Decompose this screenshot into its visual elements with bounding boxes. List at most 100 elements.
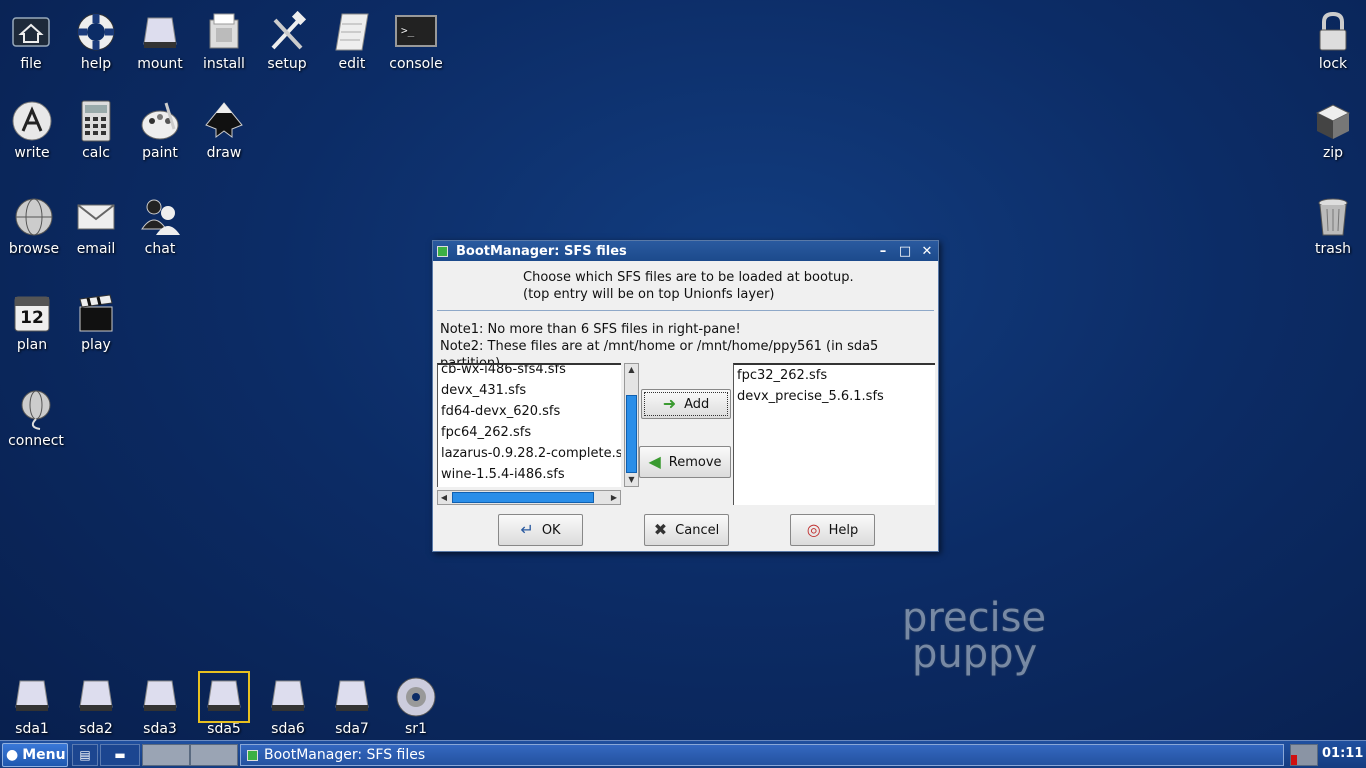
workspace-pager-1[interactable]: [142, 744, 190, 766]
desktop-icon-calc[interactable]: calc: [63, 99, 129, 161]
scroll-thumb[interactable]: [452, 492, 594, 503]
desktop-icon-trash[interactable]: trash: [1300, 195, 1366, 257]
scroll-left-icon[interactable]: ◀: [438, 491, 450, 504]
add-label: Add: [684, 396, 710, 412]
desktop-icon-label: chat: [144, 241, 176, 257]
close-icon[interactable]: ✕: [916, 244, 938, 259]
globe-icon: [12, 195, 56, 239]
drive-icon: [266, 675, 310, 719]
desktop-icon-play[interactable]: play: [63, 291, 129, 353]
drive-sda3[interactable]: sda3: [127, 675, 193, 737]
drive-label: sda2: [79, 721, 113, 737]
drive-label: sda7: [335, 721, 369, 737]
desktop-icon-paint[interactable]: paint: [127, 99, 193, 161]
available-sfs-list[interactable]: cb-wx-i486-sfs4.sfs devx_431.sfs fd64-de…: [437, 363, 621, 487]
selected-sfs-list[interactable]: fpc32_262.sfs devx_precise_5.6.1.sfs: [733, 363, 935, 505]
workspace-pager-2[interactable]: [190, 744, 238, 766]
desktop-icon-connect[interactable]: connect: [3, 387, 69, 449]
list-item[interactable]: devx_precise_5.6.1.sfs: [734, 386, 935, 407]
app-icon: [247, 749, 258, 761]
taskbar-task-bootmanager[interactable]: BootManager: SFS files: [240, 744, 1284, 766]
package-icon: [202, 10, 246, 54]
desktop-icon-label: edit: [338, 56, 366, 72]
drive-sr1[interactable]: sr1: [383, 675, 449, 737]
list-item[interactable]: cb-wx-i486-sfs4.sfs: [438, 365, 621, 380]
drive-sda6[interactable]: sda6: [255, 675, 321, 737]
desktop-icon-plan[interactable]: 12 plan: [0, 291, 65, 353]
desktop-icon-draw[interactable]: draw: [191, 99, 257, 161]
desktop-icon-label: mount: [137, 56, 183, 72]
list-item[interactable]: devx_431.sfs: [438, 380, 621, 401]
drive-sda2[interactable]: sda2: [63, 675, 129, 737]
list-item[interactable]: fd64-devx_620.sfs: [438, 401, 621, 422]
desktop-icon-setup[interactable]: setup: [254, 10, 320, 72]
desktop-icon-label: file: [20, 56, 42, 72]
desktop-icon-file[interactable]: file: [0, 10, 64, 72]
system-tray[interactable]: [1290, 744, 1318, 766]
envelope-icon: [74, 195, 118, 239]
abiword-icon: [10, 99, 54, 143]
desktop-icon-browse[interactable]: browse: [1, 195, 67, 257]
puppy-logo-icon: ●: [6, 747, 19, 763]
quick-launch-icon[interactable]: ▤: [72, 744, 98, 766]
drive-icon: [138, 10, 182, 54]
desktop-icon-zip[interactable]: zip: [1300, 99, 1366, 161]
desktop-icon-chat[interactable]: chat: [127, 195, 193, 257]
desktop-icon-label: connect: [8, 433, 64, 449]
cancel-x-icon: ✖: [653, 520, 668, 539]
horizontal-scrollbar[interactable]: ◀ ▶: [437, 490, 621, 505]
chat-people-icon: [138, 195, 182, 239]
ok-button[interactable]: ↵ OK: [498, 514, 583, 546]
notepad-icon: [330, 10, 374, 54]
drive-icon: [198, 671, 250, 723]
clapperboard-icon: [74, 291, 118, 335]
minimize-icon[interactable]: –: [872, 244, 894, 259]
desktop-icon-mount[interactable]: mount: [127, 10, 193, 72]
desktop-icon-label: email: [76, 241, 116, 257]
cancel-button[interactable]: ✖ Cancel: [644, 514, 729, 546]
show-desktop-icon[interactable]: ▬: [100, 744, 140, 766]
desktop-icon-label: console: [389, 56, 443, 72]
list-item[interactable]: wine-1.5.4-i486.sfs: [438, 464, 621, 485]
list-item[interactable]: fpc64_262.sfs: [438, 422, 621, 443]
drive-sda5[interactable]: sda5: [191, 671, 257, 737]
intro-line: (top entry will be on top Unionfs layer): [523, 287, 775, 302]
drive-label: sr1: [405, 721, 427, 737]
remove-button[interactable]: ◀ Remove: [639, 446, 731, 478]
dialog-titlebar[interactable]: BootManager: SFS files – □ ✕: [433, 241, 938, 261]
vertical-scrollbar[interactable]: ▲ ▼: [624, 363, 639, 487]
desktop-icon-label: write: [14, 145, 50, 161]
scroll-up-icon[interactable]: ▲: [625, 364, 638, 376]
lifebuoy-icon: ◎: [806, 520, 821, 539]
clock[interactable]: 01:11: [1322, 746, 1363, 761]
desktop-icon-email[interactable]: email: [63, 195, 129, 257]
scroll-thumb[interactable]: [626, 395, 637, 473]
list-item[interactable]: fpc32_262.sfs: [734, 365, 935, 386]
desktop-icon-console[interactable]: >_ console: [383, 10, 449, 72]
drive-label: sda6: [271, 721, 305, 737]
desktop-icon-label: install: [203, 56, 245, 72]
return-arrow-icon: ↵: [520, 520, 534, 539]
taskbar: ● Menu ▤ ▬ BootManager: SFS files 01:11: [0, 740, 1366, 768]
maximize-icon[interactable]: □: [894, 244, 916, 259]
tools-icon: [265, 10, 309, 54]
desktop-icon-help[interactable]: help: [63, 10, 129, 72]
drive-sda1[interactable]: sda1: [0, 675, 65, 737]
watermark-line: puppy: [912, 631, 1038, 677]
desktop-icon-edit[interactable]: edit: [319, 10, 385, 72]
list-item[interactable]: lazarus-0.9.28.2-complete.s: [438, 443, 621, 464]
menu-button[interactable]: ● Menu: [2, 743, 68, 767]
intro-line: Choose which SFS files are to be loaded …: [523, 270, 854, 285]
add-button[interactable]: ➜ Add: [641, 389, 731, 419]
scroll-down-icon[interactable]: ▼: [625, 474, 638, 486]
menu-label: Menu: [22, 747, 66, 763]
drive-sda7[interactable]: sda7: [319, 675, 385, 737]
network-globe-icon: [14, 387, 58, 431]
desktop-icon-install[interactable]: install: [191, 10, 257, 72]
drive-label: sda5: [207, 721, 241, 737]
desktop-icon-lock[interactable]: lock: [1300, 10, 1366, 72]
help-button[interactable]: ◎ Help: [790, 514, 875, 546]
scroll-right-icon[interactable]: ▶: [608, 491, 620, 504]
terminal-icon: >_: [394, 10, 438, 54]
desktop-icon-write[interactable]: write: [0, 99, 65, 161]
